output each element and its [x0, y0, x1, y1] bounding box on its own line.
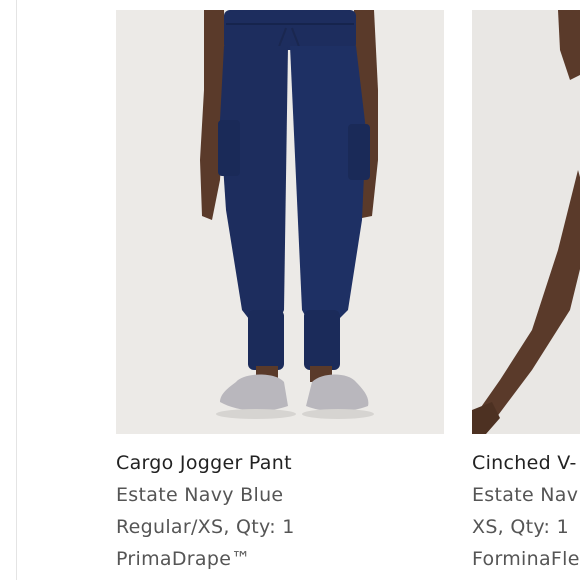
- product-grid: Cargo Jogger Pant Estate Navy Blue Regul…: [0, 0, 580, 580]
- product-image[interactable]: [116, 10, 444, 434]
- product-fabric: PrimaDrape™: [116, 548, 251, 570]
- product-card-cargo-jogger[interactable]: Cargo Jogger Pant Estate Navy Blue Regul…: [116, 10, 444, 570]
- navy-top-icon: [472, 10, 580, 434]
- product-card-cinched-v[interactable]: Cinched V- Estate Nav XS, Qty: 1 Formina…: [472, 10, 580, 570]
- divider: [16, 0, 17, 580]
- product-color: Estate Navy Blue: [116, 484, 284, 506]
- product-name[interactable]: Cinched V-: [472, 452, 580, 474]
- product-image[interactable]: [472, 10, 580, 434]
- product-color: Estate Nav: [472, 484, 579, 506]
- product-name[interactable]: Cargo Jogger Pant: [116, 452, 444, 474]
- product-size-qty: XS, Qty: 1: [472, 516, 569, 538]
- navy-jogger-pant-icon: [200, 10, 378, 419]
- product-size-qty: Regular/XS, Qty: 1: [116, 516, 295, 538]
- product-fabric: ForminaFle: [472, 548, 580, 570]
